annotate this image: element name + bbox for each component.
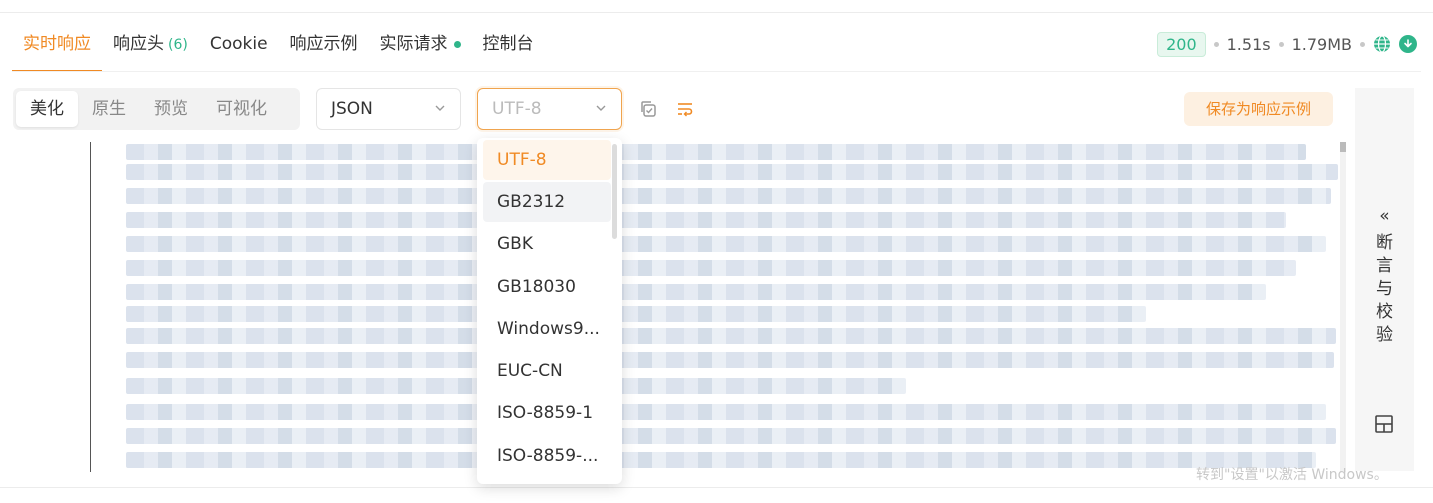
separator-dot — [1360, 41, 1365, 47]
code-line — [126, 328, 1336, 344]
scrollbar-thumb[interactable] — [1340, 142, 1346, 152]
save-as-example-button[interactable]: 保存为响应示例 — [1183, 92, 1333, 126]
assert-label-char: 与 — [1376, 279, 1393, 299]
tab-label: 实时响应 — [23, 34, 91, 54]
separator-dot — [1278, 41, 1284, 47]
response-body-editor[interactable] — [90, 142, 1346, 472]
format-select[interactable]: JSON — [316, 88, 461, 130]
tab-label: 控制台 — [482, 34, 534, 54]
code-line — [126, 352, 1334, 368]
response-status-bar: 200 1.51s 1.79MB — [1157, 30, 1417, 58]
separator-dot — [1213, 41, 1219, 47]
assertion-side-panel: « 断 言 与 校 验 — [1355, 88, 1414, 471]
assert-label-char: 言 — [1376, 256, 1393, 276]
response-size: 1.79MB — [1291, 34, 1352, 54]
code-line — [126, 212, 1286, 228]
view-mode-beautify[interactable]: 美化 — [16, 91, 78, 127]
encoding-option[interactable]: Windows9... — [483, 309, 611, 349]
editor-scrollbar[interactable] — [1340, 142, 1346, 472]
tab-label: 响应示例 — [289, 34, 358, 54]
code-line — [126, 164, 1338, 180]
layout-icon[interactable] — [1374, 414, 1394, 434]
encoding-select-placeholder: UTF-8 — [492, 99, 542, 119]
chevron-down-icon — [435, 105, 445, 111]
code-line — [126, 188, 1331, 204]
os-activation-watermark: 转到"设置"以激活 Windows。 — [1196, 467, 1388, 483]
header-count-badge: (6) — [168, 37, 188, 53]
tab-console[interactable]: 控制台 — [472, 24, 545, 72]
status-code-badge: 200 — [1157, 31, 1206, 57]
code-line — [126, 428, 1336, 444]
code-line — [126, 404, 1326, 420]
globe-icon[interactable] — [1373, 35, 1391, 53]
tab-label: 响应头 — [113, 34, 164, 54]
code-line — [126, 452, 1316, 468]
assert-label-char: 验 — [1376, 325, 1393, 345]
tabs-divider — [12, 71, 1421, 72]
tab-actual-request[interactable]: 实际请求 — [369, 24, 472, 72]
encoding-option[interactable]: ISO-8859-... — [483, 436, 611, 476]
encoding-option[interactable]: UTF-8 — [483, 140, 611, 180]
view-mode-visualize[interactable]: 可视化 — [202, 91, 281, 127]
editor-gutter — [90, 142, 91, 472]
code-line — [126, 260, 1296, 276]
encoding-option[interactable]: GB2312 — [483, 182, 611, 222]
tab-label: 实际请求 — [379, 34, 448, 54]
code-line — [126, 306, 1146, 322]
view-mode-switch: 美化 原生 预览 可视化 — [13, 88, 300, 130]
encoding-option[interactable]: GBK — [483, 224, 611, 264]
encoding-dropdown-menu: UTF-8 GB2312 GBK GB18030 Windows9... EUC… — [477, 138, 622, 484]
dropdown-scrollbar[interactable] — [612, 144, 617, 239]
code-line — [126, 284, 1266, 300]
bottom-divider — [0, 487, 1433, 488]
download-icon[interactable] — [1399, 35, 1417, 53]
encoding-select[interactable]: UTF-8 — [477, 88, 622, 130]
encoding-option[interactable]: GB18030 — [483, 267, 611, 307]
chevron-down-icon — [596, 105, 606, 111]
view-mode-raw[interactable]: 原生 — [78, 91, 140, 127]
tab-response-headers[interactable]: 响应头 (6) — [102, 24, 199, 72]
response-tabs: 实时响应 响应头 (6) Cookie 响应示例 实际请求 控制台 — [12, 24, 545, 72]
assertion-toggle[interactable]: « 断 言 与 校 验 — [1355, 206, 1414, 347]
assert-label-char: 校 — [1376, 302, 1393, 322]
copy-icon[interactable] — [638, 99, 658, 119]
code-line — [126, 236, 1326, 252]
tab-cookie[interactable]: Cookie — [199, 24, 279, 72]
word-wrap-icon[interactable] — [675, 99, 695, 119]
status-dot — [453, 40, 461, 48]
response-time: 1.51s — [1226, 34, 1271, 54]
view-mode-preview[interactable]: 预览 — [140, 91, 202, 127]
encoding-option[interactable]: ISO-8859-1 — [483, 393, 611, 433]
assert-label-char: 断 — [1376, 233, 1393, 253]
code-line — [126, 144, 1306, 160]
response-panel: 实时响应 响应头 (6) Cookie 响应示例 实际请求 控制台 200 1.5… — [0, 0, 1433, 503]
tab-label: Cookie — [209, 34, 268, 54]
encoding-option[interactable]: EUC-CN — [483, 351, 611, 391]
tab-response-example[interactable]: 响应示例 — [279, 24, 369, 72]
double-chevron-left-icon: « — [1379, 206, 1390, 226]
tab-realtime-response[interactable]: 实时响应 — [12, 24, 102, 72]
top-divider — [0, 12, 1433, 13]
format-select-value: JSON — [331, 99, 373, 119]
